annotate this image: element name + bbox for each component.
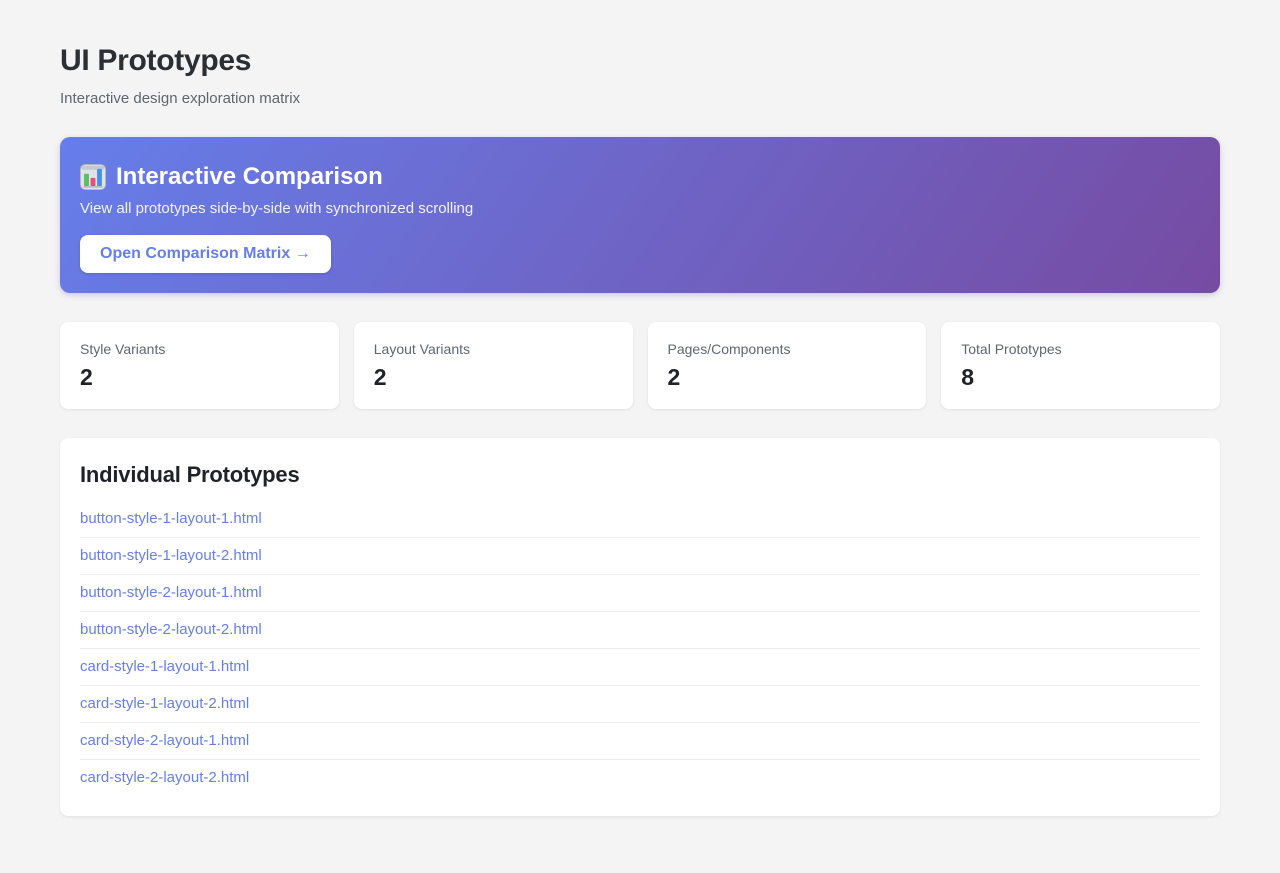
banner-title-row: Interactive Comparison <box>80 163 1192 191</box>
individual-prototypes-heading: Individual Prototypes <box>80 462 300 487</box>
stat-card-pages-components: Pages/Components 2 <box>647 322 927 409</box>
list-item: card-style-2-layout-2.html <box>80 760 1200 796</box>
bar-chart-icon <box>80 164 106 190</box>
banner-description: View all prototypes side-by-side with sy… <box>80 200 474 217</box>
comparison-banner: Interactive Comparison View all prototyp… <box>60 137 1220 293</box>
stat-card-total-prototypes: Total Prototypes 8 <box>941 322 1220 409</box>
prototype-list: button-style-1-layout-1.html button-styl… <box>80 501 1200 796</box>
banner-title: Interactive Comparison <box>116 163 383 190</box>
prototype-link[interactable]: button-style-1-layout-2.html <box>80 538 1200 574</box>
list-item: button-style-1-layout-1.html <box>80 501 1200 538</box>
open-comparison-matrix-button[interactable]: Open Comparison Matrix → <box>80 235 331 273</box>
prototype-link[interactable]: card-style-2-layout-2.html <box>80 760 1200 796</box>
stat-value: 8 <box>961 364 975 390</box>
stat-label: Pages/Components <box>667 341 791 357</box>
prototype-link[interactable]: button-style-2-layout-2.html <box>80 612 1200 648</box>
list-item: card-style-2-layout-1.html <box>80 723 1200 760</box>
page-title: UI Prototypes <box>60 44 252 77</box>
list-item: button-style-2-layout-2.html <box>80 612 1200 649</box>
prototype-link[interactable]: card-style-2-layout-1.html <box>80 723 1200 759</box>
stat-value: 2 <box>667 364 681 390</box>
list-item: card-style-1-layout-2.html <box>80 686 1200 723</box>
stat-label: Layout Variants <box>373 341 470 357</box>
prototype-link[interactable]: button-style-1-layout-1.html <box>80 501 1200 537</box>
stat-value: 2 <box>373 364 387 390</box>
prototype-link[interactable]: card-style-1-layout-1.html <box>80 649 1200 685</box>
stat-card-layout-variants: Layout Variants 2 <box>353 322 633 409</box>
page-container: UI Prototypes Interactive design explora… <box>0 0 1280 856</box>
stat-label: Total Prototypes <box>961 341 1062 357</box>
individual-prototypes-card: Individual Prototypes button-style-1-lay… <box>60 438 1220 816</box>
stat-value: 2 <box>80 364 93 390</box>
prototype-link[interactable]: button-style-2-layout-1.html <box>80 575 1200 611</box>
page-subtitle: Interactive design exploration matrix <box>60 90 301 107</box>
stats-row: Style Variants 2 Layout Variants 2 Pages… <box>60 322 1220 409</box>
list-item: button-style-1-layout-2.html <box>80 538 1200 575</box>
list-item: card-style-1-layout-1.html <box>80 649 1200 686</box>
prototype-link[interactable]: card-style-1-layout-2.html <box>80 686 1200 722</box>
stat-card-style-variants: Style Variants 2 <box>60 322 339 409</box>
list-item: button-style-2-layout-1.html <box>80 575 1200 612</box>
stat-label: Style Variants <box>80 341 166 357</box>
